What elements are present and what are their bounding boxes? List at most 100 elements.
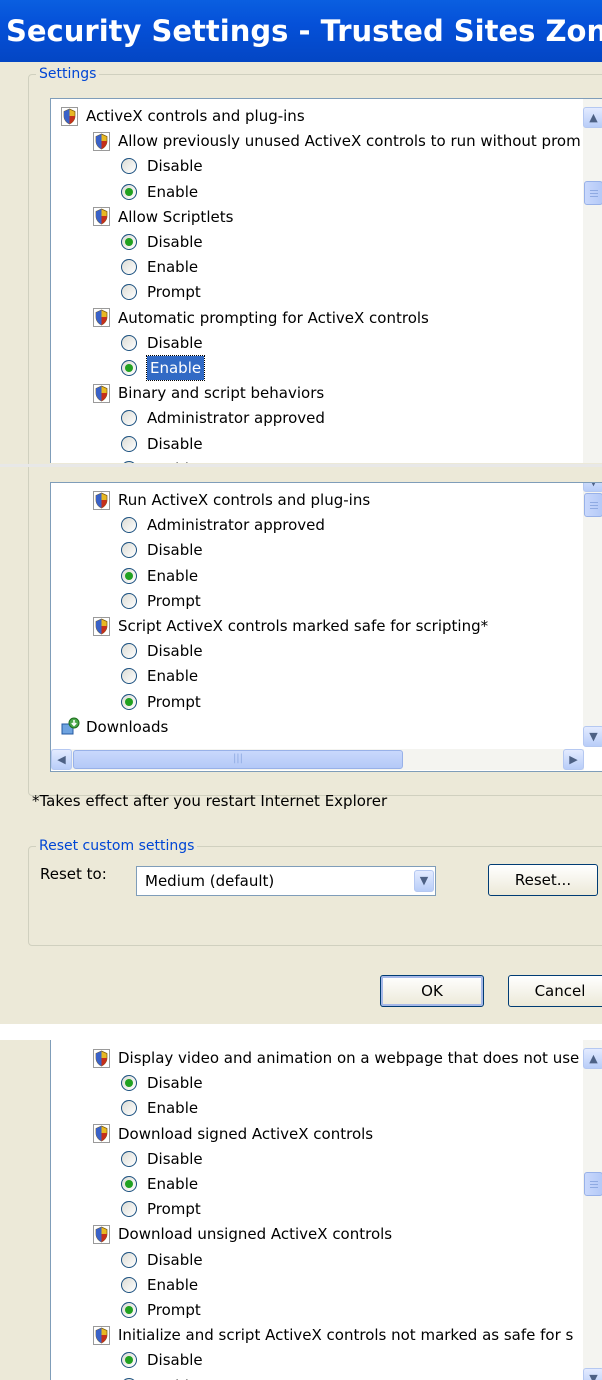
radio-option-disable[interactable]: Disable xyxy=(121,432,203,456)
radio-checked-icon[interactable] xyxy=(121,693,137,710)
scroll-up-button[interactable]: ▲ xyxy=(583,107,602,128)
radio-option-disable[interactable]: Disable xyxy=(121,1147,203,1171)
radio-checked-icon[interactable] xyxy=(121,234,137,250)
radio-unchecked-icon[interactable] xyxy=(121,542,137,559)
radio-unchecked-icon[interactable] xyxy=(121,1276,137,1293)
radio-option-disable[interactable]: Disable xyxy=(121,1248,203,1272)
option-label: Prompt xyxy=(147,591,201,610)
chevron-down-icon[interactable]: ▼ xyxy=(414,870,434,892)
scroll-up-button[interactable]: ▲ xyxy=(583,1048,602,1069)
radio-checked-icon[interactable] xyxy=(121,360,137,376)
radio-option-enable[interactable]: Enable xyxy=(121,255,198,279)
radio-checked-icon[interactable] xyxy=(121,1352,137,1369)
option-label: Disable xyxy=(147,1351,203,1370)
option-label: Enable xyxy=(147,1374,198,1380)
scroll-right-button[interactable]: ▶ xyxy=(563,749,584,770)
option-label: Disable xyxy=(147,1074,203,1093)
radio-unchecked-icon[interactable] xyxy=(121,435,137,452)
settings-tree-panel-2: Run ActiveX controls and plug-ins Adminis… xyxy=(50,482,602,772)
radio-option-enable[interactable]: Enable xyxy=(121,457,198,463)
scroll-thumb[interactable] xyxy=(584,493,602,517)
radio-checked-icon[interactable] xyxy=(121,1176,137,1192)
radio-checked-icon[interactable] xyxy=(121,1302,137,1318)
shield-icon xyxy=(93,308,110,328)
radio-unchecked-icon[interactable] xyxy=(121,517,137,534)
vertical-scrollbar[interactable]: ▲ xyxy=(583,99,602,463)
radio-unchecked-icon[interactable] xyxy=(121,334,137,351)
scroll-thumb[interactable] xyxy=(584,181,602,205)
radio-option-enable[interactable]: Enable xyxy=(121,1374,198,1380)
scroll-down-button-top[interactable]: ▼ xyxy=(583,483,602,492)
setting-label: Download signed ActiveX controls xyxy=(118,1124,374,1143)
radio-checked-icon[interactable] xyxy=(121,183,137,200)
shield-icon xyxy=(93,616,110,636)
radio-checked-icon[interactable] xyxy=(121,1075,137,1092)
scroll-left-button[interactable]: ◀ xyxy=(51,749,72,770)
setting-row: Initialize and script ActiveX controls n… xyxy=(93,1323,573,1347)
radio-option-disable[interactable]: Disable xyxy=(121,331,203,355)
ok-button[interactable]: OK xyxy=(380,975,484,1007)
option-label: Disable xyxy=(147,333,203,352)
radio-option-enable[interactable]: Enable xyxy=(121,1096,198,1120)
vertical-scrollbar[interactable]: ▲ ▼ xyxy=(583,1040,602,1380)
radio-unchecked-icon[interactable] xyxy=(121,259,137,276)
radio-option-disable[interactable]: Disable xyxy=(121,1071,203,1095)
radio-option-prompt[interactable]: Prompt xyxy=(121,280,201,304)
radio-option-enable[interactable]: Enable xyxy=(121,180,198,204)
radio-unchecked-icon[interactable] xyxy=(121,643,137,660)
scroll-down-button[interactable]: ▼ xyxy=(583,1368,602,1380)
setting-label: Run ActiveX controls and plug-ins xyxy=(118,491,371,509)
setting-row: Script ActiveX controls marked safe for … xyxy=(93,614,488,638)
option-label: Disable xyxy=(147,1250,203,1269)
radio-unchecked-icon[interactable] xyxy=(121,1201,137,1218)
reset-group-label: Reset custom settings xyxy=(36,838,198,854)
radio-unchecked-icon[interactable] xyxy=(121,668,137,685)
radio-option-enable[interactable]: Enable xyxy=(121,1273,198,1297)
category-row: Downloads xyxy=(61,715,168,739)
radio-option-administrator-approved[interactable]: Administrator approved xyxy=(121,513,325,537)
horizontal-scrollbar[interactable]: ◀ ||| ▶ xyxy=(51,749,584,770)
option-label: Enable xyxy=(147,182,199,201)
downloads-icon xyxy=(61,717,80,736)
radio-option-enable[interactable]: Enable xyxy=(121,664,198,688)
vertical-scrollbar[interactable]: ▼ ▼ xyxy=(583,483,602,747)
option-label: Enable xyxy=(147,1175,199,1193)
category-row: ActiveX controls and plug-ins xyxy=(61,104,305,128)
radio-option-prompt[interactable]: Prompt xyxy=(121,1197,201,1221)
radio-unchecked-icon[interactable] xyxy=(121,1150,137,1167)
radio-option-disable[interactable]: Disable xyxy=(121,639,203,663)
option-label: Enable xyxy=(145,355,206,381)
radio-unchecked-icon[interactable] xyxy=(121,158,137,175)
option-label: Disable xyxy=(147,642,203,661)
radio-unchecked-icon[interactable] xyxy=(121,1100,137,1117)
security-level-select[interactable]: Medium (default) ▼ xyxy=(136,866,436,896)
splice-gap xyxy=(0,1024,602,1040)
horizontal-scroll-thumb[interactable]: ||| xyxy=(73,750,403,769)
option-label: Prompt xyxy=(147,1200,201,1219)
radio-checked-icon[interactable] xyxy=(121,567,137,584)
radio-option-disable[interactable]: Disable xyxy=(121,230,203,254)
radio-option-prompt[interactable]: Prompt xyxy=(121,690,201,714)
reset-button[interactable]: Reset... xyxy=(488,864,598,896)
radio-option-prompt[interactable]: Prompt xyxy=(121,589,201,613)
radio-option-prompt[interactable]: Prompt xyxy=(121,1298,201,1322)
radio-option-enable[interactable]: Enable xyxy=(121,1172,198,1196)
scroll-thumb[interactable] xyxy=(584,1172,602,1196)
radio-unchecked-icon[interactable] xyxy=(121,1251,137,1268)
radio-option-disable[interactable]: Disable xyxy=(121,1348,203,1372)
radio-option-disable[interactable]: Disable xyxy=(121,538,203,562)
radio-option-enable[interactable]: Enable xyxy=(121,564,198,588)
option-label: Administrator approved xyxy=(147,516,325,535)
cancel-button[interactable]: Cancel xyxy=(508,975,602,1007)
radio-option-disable[interactable]: Disable xyxy=(121,154,203,178)
radio-unchecked-icon[interactable] xyxy=(121,592,137,609)
setting-label: Display video and animation on a webpage… xyxy=(118,1049,580,1067)
radio-unchecked-icon[interactable] xyxy=(121,410,137,427)
setting-label: Allow Scriptlets xyxy=(118,207,234,226)
radio-unchecked-icon[interactable] xyxy=(121,284,137,301)
scroll-down-button[interactable]: ▼ xyxy=(583,726,602,747)
radio-checked-icon[interactable] xyxy=(121,460,137,463)
radio-option-administrator-approved[interactable]: Administrator approved xyxy=(121,406,325,430)
radio-option-enable[interactable]: Enable xyxy=(121,355,206,381)
shield-icon xyxy=(93,490,110,510)
